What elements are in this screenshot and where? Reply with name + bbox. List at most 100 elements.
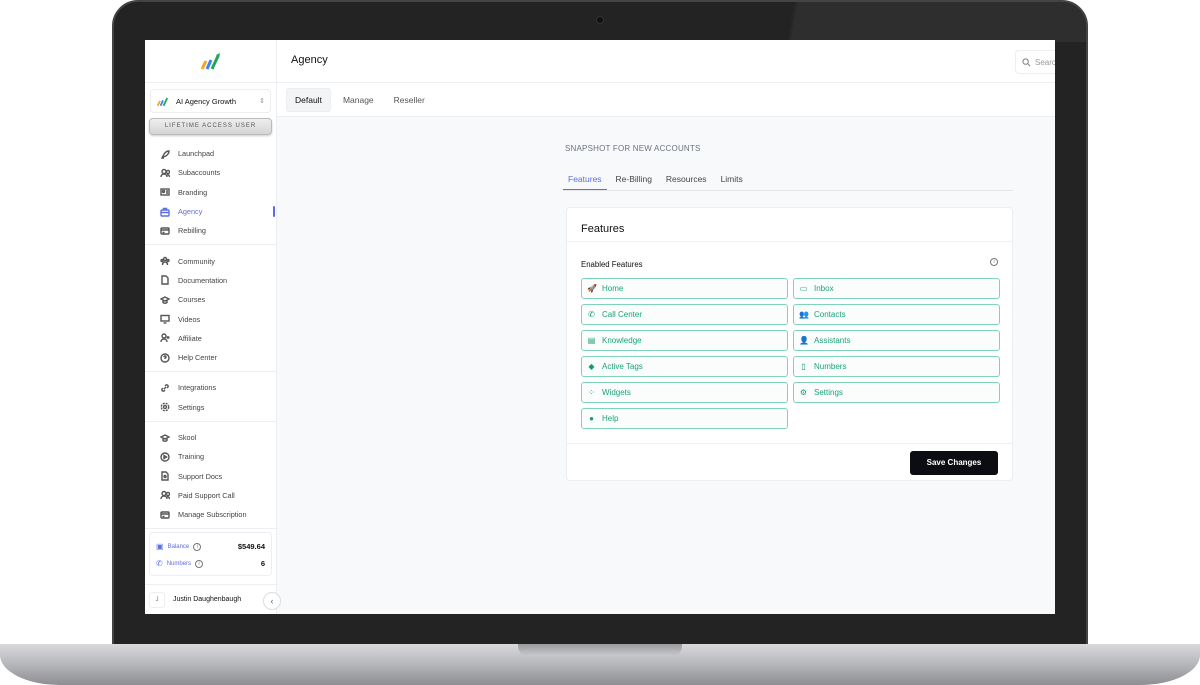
feature-toggle-help[interactable]: ● Help (581, 408, 788, 429)
balance-panel: ▣ Balance i $549.64 ✆ Numbers i 6 (149, 532, 272, 576)
sidebar-item-agency[interactable]: Agency (145, 202, 276, 221)
graduation-cap-icon (160, 295, 170, 304)
user-profile[interactable]: J Justin Daughenbaugh (145, 584, 277, 614)
user-name: Justin Daughenbaugh (173, 596, 242, 603)
section-title: SNAPSHOT FOR NEW ACCOUNTS (565, 144, 701, 153)
subtab-features[interactable]: Features (563, 168, 607, 190)
feature-toggle-inbox[interactable]: ▭ Inbox (793, 278, 1000, 299)
sidebar: AI Agency Growth ⇕ LIFETIME ACCESS USER … (145, 40, 277, 614)
tab-manage[interactable]: Manage (335, 89, 382, 111)
feature-toggle-home[interactable]: 🚀 Home (581, 278, 788, 299)
sidebar-item-affiliate[interactable]: Affiliate (145, 329, 276, 348)
feature-toggle-settings[interactable]: ⚙ Settings (793, 382, 1000, 403)
inbox-icon: ▭ (799, 284, 808, 293)
gear-icon (160, 402, 170, 412)
sidebar-item-community[interactable]: Community (145, 251, 276, 270)
account-logo-icon (156, 97, 169, 107)
sidebar-item-skool[interactable]: Skool (145, 428, 276, 447)
search-input[interactable]: Search (1015, 50, 1055, 74)
lifetime-access-badge[interactable]: LIFETIME ACCESS USER (149, 118, 272, 135)
feature-toggle-call-center[interactable]: ✆ Call Center (581, 304, 788, 325)
subtab-resources[interactable]: Resources (661, 168, 712, 190)
sidebar-item-training[interactable]: Training (145, 447, 276, 466)
tab-reseller[interactable]: Reseller (386, 89, 433, 111)
sidebar-item-label: Launchpad (178, 149, 215, 159)
sidebar-item-label: Subaccounts (178, 168, 221, 178)
user-icon: 👤 (799, 336, 809, 345)
card-title: Features (567, 208, 1012, 242)
sidebar-item-label: Community (178, 256, 215, 266)
sidebar-item-settings[interactable]: Settings (145, 398, 276, 417)
app-screen: AI Agency Growth ⇕ LIFETIME ACCESS USER … (145, 40, 1055, 614)
sidebar-item-videos[interactable]: Videos (145, 309, 276, 328)
nav-group: Integrations Settings (145, 372, 276, 422)
sidebar-item-help-center[interactable]: Help Center (145, 348, 276, 367)
sidebar-item-manage-subscription[interactable]: Manage Subscription (145, 505, 276, 524)
sidebar-item-paid-support-call[interactable]: Paid Support Call (145, 486, 276, 505)
question-circle-icon: ● (589, 414, 594, 423)
rocket-icon (160, 149, 170, 159)
feature-toggle-assistants[interactable]: 👤 Assistants (793, 330, 1000, 351)
gear-icon: ⚙ (799, 388, 808, 397)
search-icon (1022, 57, 1031, 66)
subtab-re-billing[interactable]: Re-Billing (611, 168, 657, 190)
collapse-sidebar-button[interactable]: ‹ (263, 592, 281, 610)
feature-label: Widgets (602, 388, 631, 397)
sidebar-item-subaccounts[interactable]: Subaccounts (145, 163, 276, 182)
info-icon[interactable]: i (195, 559, 204, 568)
chevron-up-down-icon: ⇕ (259, 98, 265, 105)
enabled-features-label: Enabled Features (581, 260, 643, 269)
sidebar-item-label: Courses (178, 295, 206, 305)
file-icon (161, 275, 169, 286)
mobile-icon: ▯ (801, 362, 806, 371)
feature-label: Assistants (814, 336, 851, 345)
tag-icon: ◆ (588, 362, 595, 371)
sidebar-item-rebilling[interactable]: Rebilling (145, 221, 276, 240)
sidebar-item-branding[interactable]: Branding (145, 183, 276, 202)
divider (567, 443, 1012, 444)
sidebar-item-support-docs[interactable]: Support Docs (145, 466, 276, 485)
wallet-icon: ▣ (156, 542, 164, 551)
sidebar-item-integrations[interactable]: Integrations (145, 378, 276, 397)
id-card-icon (160, 188, 170, 196)
info-icon[interactable]: i (990, 258, 998, 266)
users-icon: 👥 (799, 310, 809, 319)
laptop-notch (518, 644, 682, 656)
sidebar-item-label: Help Center (178, 353, 217, 363)
page-title: Agency (291, 54, 328, 66)
sidebar-item-label: Integrations (178, 383, 217, 393)
sidebar-item-label: Videos (178, 314, 201, 324)
sub-tabs: Features Re-Billing Resources Limits (563, 168, 1013, 191)
save-changes-button[interactable]: Save Changes (910, 451, 998, 475)
sidebar-item-label: Support Docs (178, 471, 223, 481)
sidebar-item-label: Agency (178, 207, 203, 217)
balance-label: Balance (167, 543, 190, 550)
subtab-limits[interactable]: Limits (716, 168, 748, 190)
play-circle-icon (160, 452, 170, 462)
user-plus-icon (160, 333, 170, 343)
tab-default[interactable]: Default (286, 87, 331, 112)
account-name: AI Agency Growth (176, 96, 237, 106)
feature-toggle-widgets[interactable]: ⁘ Widgets (581, 382, 788, 403)
sidebar-item-label: Skool (178, 433, 197, 442)
users-icon (160, 168, 170, 177)
numbers-label: Numbers (166, 560, 192, 567)
feature-toggle-numbers[interactable]: ▯ Numbers (793, 356, 1000, 377)
feature-toggle-knowledge[interactable]: ▤ Knowledge (581, 330, 788, 351)
account-switcher[interactable]: AI Agency Growth ⇕ (150, 89, 271, 113)
sidebar-item-label: Training (178, 452, 205, 462)
search-placeholder: Search (1035, 57, 1055, 67)
info-icon[interactable]: i (193, 542, 202, 551)
sidebar-item-label: Settings (178, 402, 205, 412)
database-icon: ▤ (587, 336, 596, 345)
feature-toggle-contacts[interactable]: 👥 Contacts (793, 304, 1000, 325)
sidebar-item-courses[interactable]: Courses (145, 290, 276, 309)
feature-label: Inbox (814, 284, 834, 293)
sidebar-item-documentation[interactable]: Documentation (145, 271, 276, 290)
nav-group: Community Documentation Courses Videos Affil… (145, 245, 276, 373)
sidebar-item-label: Affiliate (178, 333, 202, 343)
sidebar-item-label: Branding (178, 187, 208, 197)
sidebar-item-launchpad[interactable]: Launchpad (145, 144, 276, 163)
feature-toggle-active-tags[interactable]: ◆ Active Tags (581, 356, 788, 377)
link-icon (161, 384, 169, 392)
